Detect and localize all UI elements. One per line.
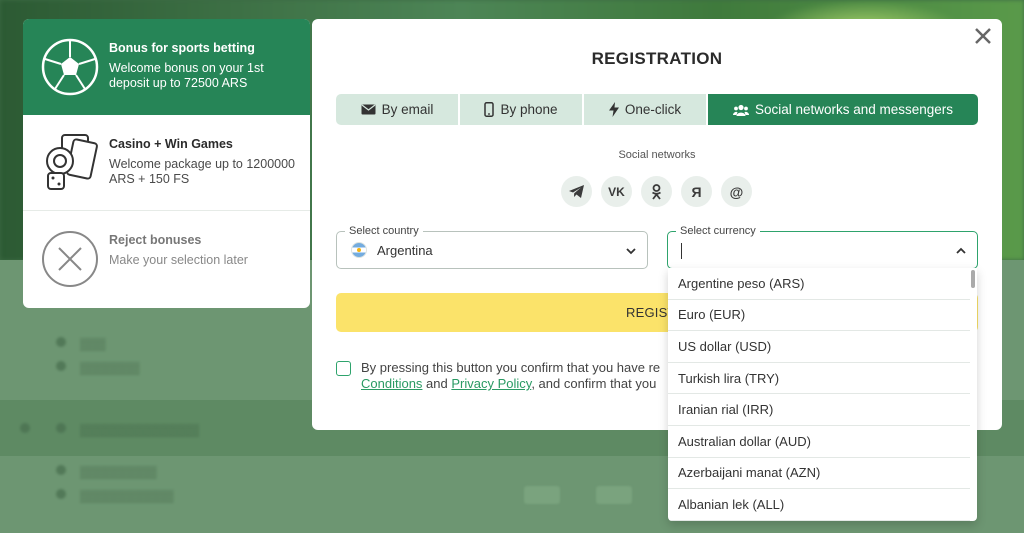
envelope-icon bbox=[361, 104, 376, 115]
yandex-button[interactable]: Я bbox=[681, 176, 712, 207]
tab-label: One-click bbox=[624, 102, 682, 117]
bonus-title: Bonus for sports betting bbox=[109, 41, 255, 55]
currency-search-input[interactable] bbox=[678, 240, 938, 262]
tab-label: Social networks and messengers bbox=[754, 102, 954, 117]
casino-icon bbox=[46, 134, 98, 190]
bonus-description: Welcome package up to 1200000 ARS + 150 … bbox=[109, 157, 296, 186]
modal-title: REGISTRATION bbox=[591, 49, 723, 68]
privacy-policy-link[interactable]: Privacy Policy bbox=[451, 376, 531, 391]
currency-select[interactable]: Select currency bbox=[667, 225, 978, 269]
chevron-up-icon[interactable] bbox=[955, 245, 967, 257]
terms-and: and bbox=[422, 376, 452, 391]
odnoklassniki-icon bbox=[652, 183, 661, 200]
background-cell bbox=[524, 486, 560, 504]
bonus-option-reject[interactable]: Reject bonuses Make your selection later bbox=[23, 211, 310, 307]
currency-option-eur[interactable]: Euro (EUR) bbox=[668, 300, 970, 332]
bonus-panel: Bonus for sports betting Welcome bonus o… bbox=[23, 19, 310, 308]
currency-option-ars[interactable]: Argentine peso (ARS) bbox=[668, 268, 970, 300]
dropdown-scrollbar[interactable] bbox=[971, 270, 975, 288]
tab-by-email[interactable]: By email bbox=[336, 94, 460, 125]
vk-icon: VK bbox=[608, 184, 625, 199]
yandex-icon: Я bbox=[691, 183, 702, 200]
tab-by-phone[interactable]: By phone bbox=[460, 94, 584, 125]
conditions-link[interactable]: Conditions bbox=[361, 376, 422, 391]
terms-line2: , and confirm that you bbox=[531, 376, 657, 391]
country-select[interactable]: Select country Argentina bbox=[336, 225, 648, 269]
currency-option-try[interactable]: Turkish lira (TRY) bbox=[668, 363, 970, 395]
terms-checkbox[interactable] bbox=[336, 361, 351, 376]
bonus-option-sports[interactable]: Bonus for sports betting Welcome bonus o… bbox=[23, 19, 310, 115]
background-cell bbox=[596, 486, 632, 504]
country-label: Select country bbox=[345, 225, 423, 237]
bonus-description: Welcome bonus on your 1st deposit up to … bbox=[109, 61, 264, 90]
reject-icon bbox=[42, 231, 98, 287]
odnoklassniki-button[interactable] bbox=[641, 176, 672, 207]
currency-label: Select currency bbox=[676, 225, 760, 237]
currency-dropdown: Argentine peso (ARS) Euro (EUR) US dolla… bbox=[668, 268, 977, 521]
social-networks-label: Social networks bbox=[618, 149, 696, 161]
lightning-icon bbox=[608, 102, 619, 117]
tab-label: By phone bbox=[500, 102, 558, 117]
phone-icon bbox=[484, 102, 495, 117]
bonus-description: Make your selection later bbox=[109, 253, 248, 267]
users-icon bbox=[732, 104, 749, 116]
argentina-flag-icon bbox=[351, 242, 367, 258]
mail-icon: @ bbox=[729, 183, 744, 200]
mail-button[interactable]: @ bbox=[721, 176, 752, 207]
bonus-title: Casino + Win Games bbox=[109, 137, 233, 151]
soccer-ball-icon bbox=[41, 38, 99, 96]
close-icon[interactable] bbox=[974, 27, 992, 45]
currency-option-azn[interactable]: Azerbaijani manat (AZN) bbox=[668, 458, 970, 490]
currency-option-usd[interactable]: US dollar (USD) bbox=[668, 331, 970, 363]
telegram-button[interactable] bbox=[561, 176, 592, 207]
terms-text: By pressing this button you confirm that… bbox=[361, 360, 671, 392]
bonus-option-casino[interactable]: Casino + Win Games Welcome package up to… bbox=[23, 115, 310, 211]
telegram-icon bbox=[569, 185, 584, 198]
currency-option-all[interactable]: Albanian lek (ALL) bbox=[668, 489, 970, 521]
chevron-down-icon bbox=[626, 248, 636, 255]
country-value: Argentina bbox=[377, 243, 433, 258]
terms-line1: By pressing this button you confirm that… bbox=[361, 360, 661, 375]
currency-option-aud[interactable]: Australian dollar (AUD) bbox=[668, 426, 970, 458]
bonus-title: Reject bonuses bbox=[109, 233, 202, 247]
tab-one-click[interactable]: One-click bbox=[584, 94, 708, 125]
text-cursor bbox=[681, 243, 682, 259]
tab-label: By email bbox=[381, 102, 434, 117]
registration-tabs: By email By phone One-click Social netwo… bbox=[336, 94, 978, 125]
vk-button[interactable]: VK bbox=[601, 176, 632, 207]
social-buttons: VK Я @ bbox=[561, 176, 752, 207]
tab-social-networks[interactable]: Social networks and messengers bbox=[708, 94, 978, 125]
currency-option-irr[interactable]: Iranian rial (IRR) bbox=[668, 394, 970, 426]
